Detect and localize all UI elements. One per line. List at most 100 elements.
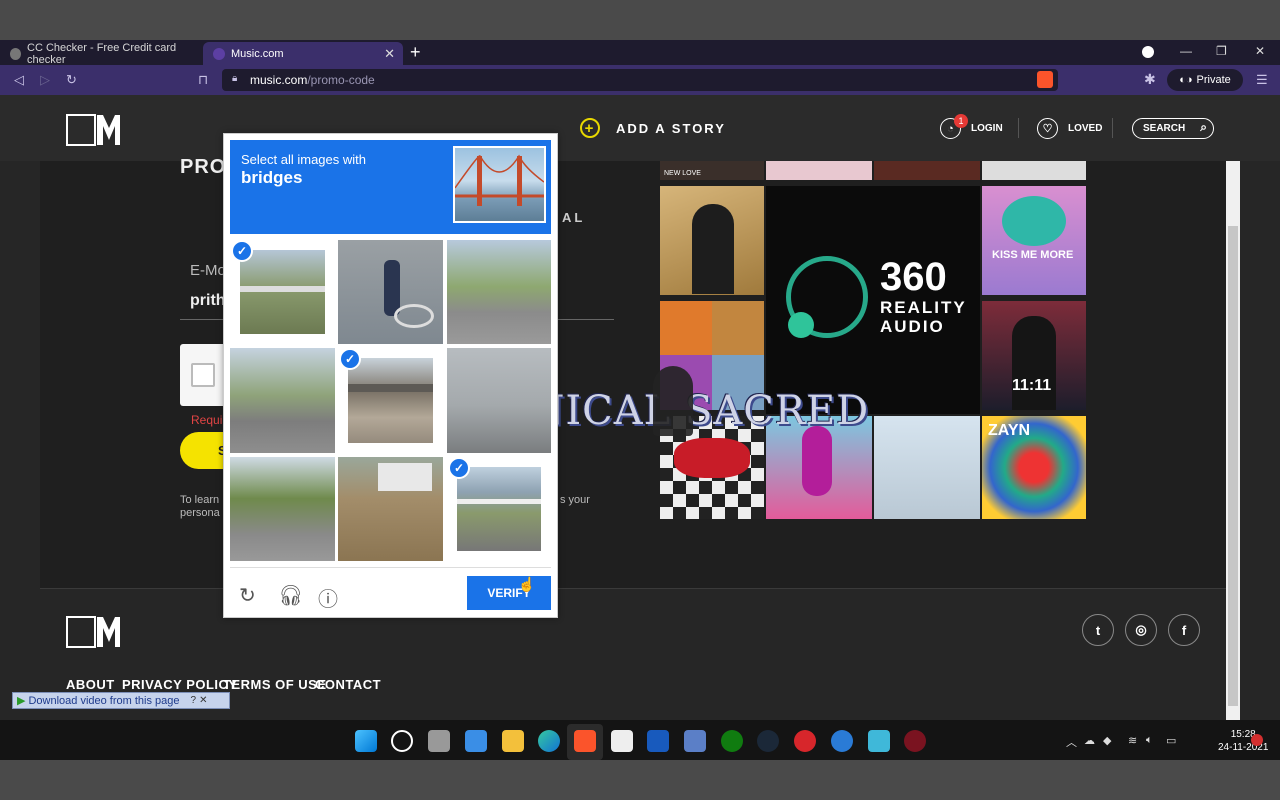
close-tab-icon[interactable]: ✕	[384, 46, 395, 62]
browser-tab-bar: CC Checker - Free Credit card checker Mu…	[0, 40, 1280, 66]
back-icon[interactable]: ◁	[14, 72, 24, 88]
wifi-icon[interactable]: ≋	[1128, 734, 1137, 747]
footer-music-logo[interactable]	[66, 616, 121, 648]
tab-search-icon[interactable]	[1142, 46, 1154, 58]
screen-letterbox-top	[0, 0, 1280, 40]
captcha-tile-4[interactable]	[230, 348, 335, 453]
captcha-tile-9[interactable]	[457, 467, 541, 551]
album-cover[interactable]: KISS ME MORE	[982, 186, 1086, 295]
new-tab-button[interactable]: +	[410, 42, 421, 63]
album-cover[interactable]	[874, 416, 980, 519]
extensions-icon[interactable]: ✱	[1144, 71, 1156, 88]
volume-icon[interactable]: 🔈︎	[1146, 734, 1153, 747]
login-button[interactable]: ◔ LOGIN	[940, 118, 1003, 139]
hooded-figure-icon	[653, 366, 693, 436]
dropbox-icon[interactable]: ◆	[1103, 734, 1111, 747]
help-icon[interactable]: ?	[191, 695, 197, 706]
reality-audio-dot	[788, 312, 814, 338]
verify-button[interactable]: VERIFY	[467, 576, 551, 610]
app-icon[interactable]	[831, 730, 853, 752]
footer-link-terms[interactable]: TERMS OF USE	[223, 677, 327, 692]
captcha-checkbox[interactable]	[191, 363, 215, 387]
loved-button[interactable]: ♡ LOVED	[1037, 118, 1102, 139]
tab-music[interactable]: Music.com ✕	[203, 42, 403, 65]
app-icon[interactable]	[684, 730, 706, 752]
scrollbar-thumb[interactable]	[1228, 226, 1238, 706]
minimize-icon[interactable]: —	[1180, 44, 1192, 58]
captcha-tile-1[interactable]	[240, 250, 325, 334]
app-icon[interactable]	[794, 730, 816, 752]
captcha-tile-8[interactable]	[338, 457, 443, 561]
captcha-tile-5[interactable]	[348, 358, 433, 443]
footer-link-privacy[interactable]: PRIVACY POLICY	[122, 677, 238, 692]
private-window-badge[interactable]: ◐◑ Private	[1167, 69, 1243, 91]
album-cover[interactable]	[712, 301, 764, 355]
battery-icon[interactable]: ▭	[1166, 734, 1176, 747]
word-icon[interactable]	[647, 730, 669, 752]
private-label: Private	[1196, 74, 1231, 86]
captcha-tile-6[interactable]	[447, 348, 551, 453]
brave-icon[interactable]	[574, 730, 596, 752]
search-taskbar-icon[interactable]	[391, 730, 413, 752]
notification-icon[interactable]	[1251, 734, 1263, 746]
privacy-note: To learn persona	[180, 494, 220, 519]
plus-icon: +	[580, 118, 600, 138]
submit-button[interactable]: S	[180, 432, 228, 469]
album-cover[interactable]: ZAYN	[982, 416, 1086, 519]
loved-label: LOVED	[1068, 123, 1103, 134]
menu-icon[interactable]: ☰	[1256, 72, 1268, 88]
audio-challenge-icon[interactable]: 🎧︎	[278, 583, 303, 608]
captcha-tile-3[interactable]	[447, 240, 551, 344]
album-cover[interactable]	[982, 161, 1086, 180]
brave-shield-icon[interactable]	[1037, 71, 1053, 88]
notepad-icon[interactable]	[868, 730, 890, 752]
maximize-icon[interactable]: ❐	[1216, 44, 1227, 58]
footer-link-contact[interactable]: CONTACT	[315, 677, 381, 692]
onedrive-icon[interactable]: ☁	[1084, 734, 1095, 747]
forward-icon[interactable]: ▷	[40, 72, 50, 88]
album-cover[interactable]	[660, 301, 712, 355]
captcha-tile-7[interactable]	[230, 457, 335, 561]
tray-overflow-icon[interactable]: ︿	[1066, 734, 1077, 750]
twitter-icon[interactable]: t	[1082, 614, 1114, 646]
steam-icon[interactable]	[757, 730, 779, 752]
captcha-sample-image	[453, 146, 546, 223]
music-logo[interactable]	[66, 114, 121, 146]
close-window-icon[interactable]: ✕	[1255, 44, 1265, 58]
captcha-tile-2[interactable]	[338, 240, 443, 344]
facebook-icon[interactable]: f	[1168, 614, 1200, 646]
footer-link-about[interactable]: ABOUT	[66, 677, 115, 692]
screen-letterbox-bottom	[0, 760, 1280, 800]
reload-icon[interactable]: ↻	[66, 72, 77, 88]
album-cover[interactable]	[660, 186, 764, 295]
tab-cc-checker[interactable]: CC Checker - Free Credit card checker	[0, 42, 202, 66]
search-icon: ⌕	[1200, 120, 1207, 134]
instagram-icon[interactable]: ◎	[1125, 614, 1157, 646]
tab-favicon-icon	[10, 47, 22, 60]
bookmark-icon[interactable]: ⊓	[198, 72, 208, 88]
task-view-icon[interactable]	[428, 730, 450, 752]
start-icon[interactable]	[355, 730, 377, 752]
album-cover[interactable]	[874, 161, 980, 180]
edge-icon[interactable]	[538, 730, 560, 752]
file-explorer-icon[interactable]	[502, 730, 524, 752]
heart-icon: ♡	[1037, 118, 1058, 139]
refresh-icon[interactable]: ↻	[239, 583, 256, 608]
widgets-icon[interactable]	[465, 730, 487, 752]
subtitle-text: AL	[562, 210, 586, 225]
album-cover[interactable]: NEW LOVE	[660, 161, 764, 180]
app-icon[interactable]	[904, 730, 926, 752]
close-download-bar-icon[interactable]: ✕	[199, 695, 207, 706]
add-story-button[interactable]: + ADD A STORY	[580, 118, 726, 138]
album-cover[interactable]: 11:11	[982, 301, 1086, 410]
info-icon[interactable]: ⓘ	[318, 583, 338, 612]
store-icon[interactable]	[611, 730, 633, 752]
download-video-bar[interactable]: ▶ Download video from this page ? ✕	[12, 692, 230, 709]
email-field[interactable]: prith	[190, 292, 226, 310]
banner-line2: AUDIO	[880, 317, 945, 336]
required-error: Requi	[191, 413, 223, 427]
album-cover[interactable]	[766, 161, 872, 180]
xbox-icon[interactable]	[721, 730, 743, 752]
search-button[interactable]: SEARCH ⌕	[1132, 118, 1214, 139]
album-title: 11:11	[1012, 377, 1052, 394]
